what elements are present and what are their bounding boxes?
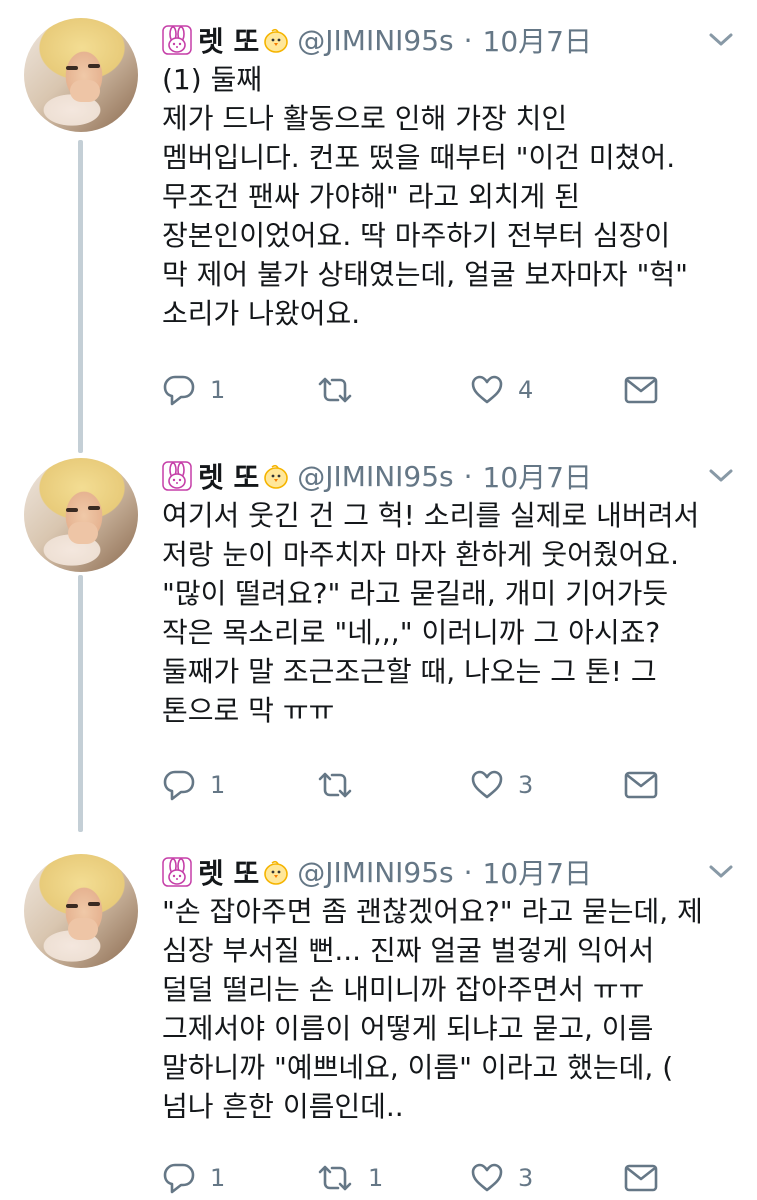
tweet[interactable]: 렛 또 @JIMINI95s · 10月7日 여기서 웃긴 건 그 헉! 소리를… xyxy=(0,440,757,840)
separator: · xyxy=(463,23,473,57)
heart-icon xyxy=(471,770,503,799)
separator: · xyxy=(463,459,473,493)
tweet-date[interactable]: 10月7日 xyxy=(483,20,592,60)
like-button[interactable]: 3 xyxy=(470,765,533,805)
reply-icon xyxy=(163,1163,195,1194)
reply-count: 1 xyxy=(210,376,226,404)
mail-icon xyxy=(624,376,658,404)
avatar[interactable] xyxy=(24,18,138,132)
rabbit-icon xyxy=(162,461,192,491)
like-count: 4 xyxy=(518,376,534,404)
reply-button[interactable]: 1 xyxy=(162,370,225,410)
chevron-down-icon[interactable] xyxy=(708,864,734,880)
reply-icon xyxy=(163,770,195,801)
tweet[interactable]: 렛 또 @JIMINI95s · 10月7日 "손 잡아주면 좀 괜찮겠어요?"… xyxy=(0,836,757,1200)
heart-icon xyxy=(471,1163,503,1192)
retweet-button[interactable]: 1 xyxy=(316,1158,383,1198)
user-handle[interactable]: @JIMINI95s xyxy=(297,856,453,889)
reply-count: 1 xyxy=(210,771,226,799)
retweet-icon xyxy=(318,772,352,798)
avatar[interactable] xyxy=(24,458,138,572)
chick-icon xyxy=(261,25,291,55)
tweet-text: 여기서 웃긴 건 그 헉! 소리를 실제로 내버려서 저랑 눈이 마주치자 마자… xyxy=(162,499,700,727)
retweet-icon xyxy=(318,377,352,403)
mail-icon xyxy=(624,1164,658,1192)
dm-button[interactable] xyxy=(624,765,658,805)
like-button[interactable]: 3 xyxy=(470,1158,533,1198)
chick-icon xyxy=(261,461,291,491)
reply-icon xyxy=(163,375,195,406)
heart-icon xyxy=(471,375,503,404)
user-handle[interactable]: @JIMINI95s xyxy=(297,24,453,57)
dm-button[interactable] xyxy=(624,1158,658,1198)
tweet-date[interactable]: 10月7日 xyxy=(483,456,592,496)
avatar[interactable] xyxy=(24,854,138,968)
tweet-actions: 1 4 xyxy=(162,370,662,410)
like-count: 3 xyxy=(518,1164,534,1192)
chevron-down-icon[interactable] xyxy=(708,468,734,484)
mail-icon xyxy=(624,771,658,799)
rabbit-icon xyxy=(162,25,192,55)
separator: · xyxy=(463,855,473,889)
tweet[interactable]: 렛 또 @JIMINI95s · 10月7日 (1) 둘째 제가 드나 활동으로… xyxy=(0,0,757,450)
reply-count: 1 xyxy=(210,1164,226,1192)
like-count: 3 xyxy=(518,771,534,799)
tweet-text: (1) 둘째 제가 드나 활동으로 인해 가장 치인 멤버입니다. 컨포 떴을 … xyxy=(162,63,688,330)
user-handle[interactable]: @JIMINI95s xyxy=(297,460,453,493)
tweet-header: 렛 또 @JIMINI95s · 10月7日 xyxy=(162,20,592,60)
display-name[interactable]: 렛 또 xyxy=(198,20,259,60)
tweet-actions: 1 3 xyxy=(162,765,662,805)
rabbit-icon xyxy=(162,857,192,887)
tweet-text: "손 잡아주면 좀 괜찮겠어요?" 라고 묻는데, 제 심장 부서질 뻔... … xyxy=(162,895,703,1123)
retweet-icon xyxy=(318,1165,352,1191)
tweet-header: 렛 또 @JIMINI95s · 10月7日 xyxy=(162,852,592,892)
tweet-header: 렛 또 @JIMINI95s · 10月7日 xyxy=(162,456,592,496)
chevron-down-icon[interactable] xyxy=(708,32,734,48)
chick-icon xyxy=(261,857,291,887)
retweet-count: 1 xyxy=(368,1164,384,1192)
tweet-date[interactable]: 10月7日 xyxy=(483,852,592,892)
tweet-actions: 1 1 3 xyxy=(162,1158,662,1198)
display-name[interactable]: 렛 또 xyxy=(198,852,259,892)
reply-button[interactable]: 1 xyxy=(162,1158,225,1198)
retweet-button[interactable] xyxy=(316,765,368,805)
display-name[interactable]: 렛 또 xyxy=(198,456,259,496)
reply-button[interactable]: 1 xyxy=(162,765,225,805)
dm-button[interactable] xyxy=(624,370,658,410)
like-button[interactable]: 4 xyxy=(470,370,533,410)
retweet-button[interactable] xyxy=(316,370,368,410)
